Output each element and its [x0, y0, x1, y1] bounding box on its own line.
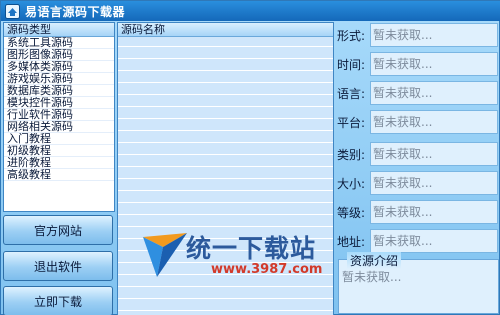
exit-button[interactable]: 退出软件	[3, 251, 113, 281]
field-row-time: 时间: 暂未获取...	[337, 52, 499, 76]
category-item-expert[interactable]: 高级教程	[4, 169, 114, 181]
category-list-panel: 源码类型 系统工具源码 图形图像源码 多媒体类源码 游戏娱乐源码 数据库类源码 …	[3, 22, 115, 212]
time-value[interactable]: 暂未获取...	[370, 52, 498, 76]
window-title: 易语言源码下载器	[25, 4, 126, 19]
category-item-beginner[interactable]: 入门教程	[4, 133, 114, 145]
field-row-level: 等级: 暂未获取...	[337, 200, 499, 224]
field-row-format: 形式: 暂未获取...	[337, 23, 499, 47]
level-label: 等级:	[337, 205, 366, 220]
format-value[interactable]: 暂未获取...	[370, 23, 498, 47]
resource-intro-text[interactable]: 暂未获取...	[342, 268, 401, 285]
resource-intro-title: 资源介绍	[347, 252, 402, 269]
format-label: 形式:	[337, 28, 366, 43]
category-item-games[interactable]: 游戏娱乐源码	[4, 73, 114, 85]
category-item-multimedia[interactable]: 多媒体类源码	[4, 61, 114, 73]
source-name-column-header[interactable]: 源码名称	[118, 23, 333, 37]
address-value[interactable]: 暂未获取...	[370, 229, 498, 253]
category-item-network[interactable]: 网络相关源码	[4, 121, 114, 133]
app-window: 易语言源码下载器 源码类型 系统工具源码 图形图像源码 多媒体类源码 游戏娱乐源…	[0, 0, 500, 315]
platform-label: 平台:	[337, 115, 366, 130]
field-row-size: 大小: 暂未获取...	[337, 171, 499, 195]
category-column-header[interactable]: 源码类型	[4, 23, 114, 37]
field-row-address: 地址: 暂未获取...	[337, 229, 499, 253]
time-label: 时间:	[337, 57, 366, 72]
category-item-advanced[interactable]: 进阶教程	[4, 157, 114, 169]
resource-intro-group: 资源介绍 暂未获取...	[338, 252, 499, 314]
watermark-logo: 统一下载站 www.3987.com	[141, 229, 323, 279]
app-logo-icon	[5, 3, 20, 19]
field-row-category: 类别: 暂未获取...	[337, 142, 499, 166]
title-bar[interactable]: 易语言源码下载器	[1, 1, 500, 21]
language-value[interactable]: 暂未获取...	[370, 81, 498, 105]
official-site-button[interactable]: 官方网站	[3, 215, 113, 245]
category-item-industry[interactable]: 行业软件源码	[4, 109, 114, 121]
address-label: 地址:	[337, 234, 366, 249]
category-item-database[interactable]: 数据库类源码	[4, 85, 114, 97]
category-list: 系统工具源码 图形图像源码 多媒体类源码 游戏娱乐源码 数据库类源码 模块控件源…	[4, 37, 114, 181]
size-label: 大小:	[337, 176, 366, 191]
platform-value[interactable]: 暂未获取...	[370, 110, 498, 134]
watermark-url: www.3987.com	[211, 262, 323, 277]
watermark-arrow-icon	[143, 233, 187, 277]
category-label: 类别:	[337, 147, 366, 162]
category-item-system-tools[interactable]: 系统工具源码	[4, 37, 114, 49]
language-label: 语言:	[337, 86, 366, 101]
size-value[interactable]: 暂未获取...	[370, 171, 498, 195]
watermark-text: 统一下载站	[186, 234, 317, 263]
category-value[interactable]: 暂未获取...	[370, 142, 498, 166]
category-item-elementary[interactable]: 初级教程	[4, 145, 114, 157]
download-button[interactable]: 立即下载	[3, 286, 113, 315]
category-item-modules[interactable]: 模块控件源码	[4, 97, 114, 109]
field-row-platform: 平台: 暂未获取...	[337, 110, 499, 134]
field-row-language: 语言: 暂未获取...	[337, 81, 499, 105]
level-value[interactable]: 暂未获取...	[370, 200, 498, 224]
category-item-graphics[interactable]: 图形图像源码	[4, 49, 114, 61]
